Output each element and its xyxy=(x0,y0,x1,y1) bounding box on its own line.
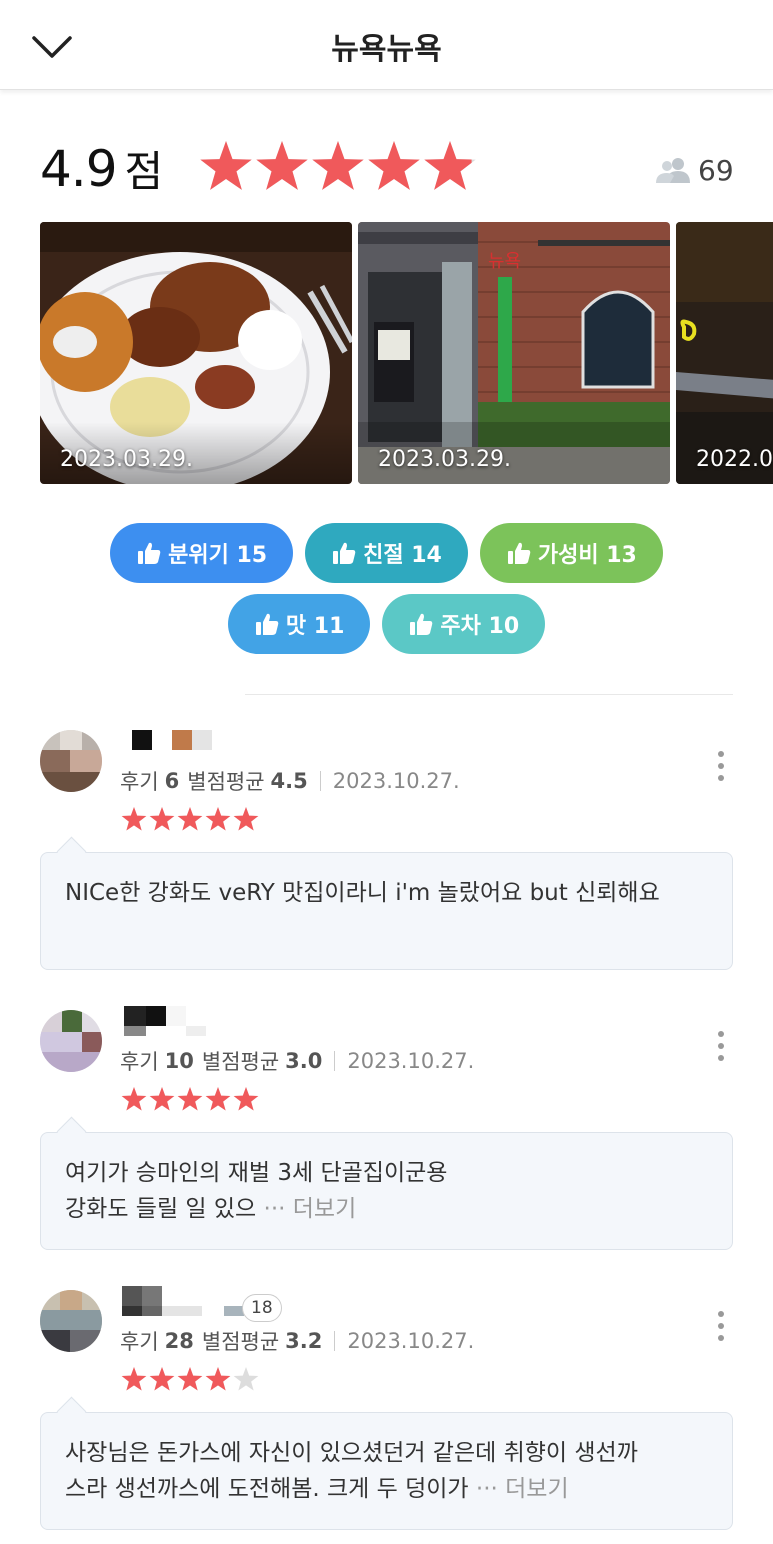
star-filled-icon xyxy=(149,807,175,831)
reviewer-avatar[interactable] xyxy=(40,1290,102,1352)
read-more-link[interactable]: ··· 더보기 xyxy=(476,1476,569,1502)
keyword-tag-label: 친절 14 xyxy=(363,543,442,568)
star-filled-icon xyxy=(121,1367,147,1391)
top-app-bar: 뉴욕뉴욕 xyxy=(0,0,773,90)
store-sign-text: 뉴욕 xyxy=(488,251,521,272)
review-text-box: 사장님은 돈가스에 자신이 있으셨던거 같은데 취향이 생선까 스라 생선까스에… xyxy=(40,1412,733,1530)
review-text-box: NICe한 강화도 veRY 맛집이라니 i'm 놀랐어요 but 신뢰해요 xyxy=(40,852,733,970)
keyword-tag-label: 분위기 15 xyxy=(168,543,268,568)
avg-score: 4.5 xyxy=(270,769,308,793)
keyword-tag[interactable]: 친절 14 xyxy=(305,523,468,583)
review-text-line: 사장님은 돈가스에 자신이 있으셨던거 같은데 취향이 생선까 xyxy=(65,1440,638,1466)
keyword-tag-label: 주차 10 xyxy=(440,614,520,639)
photo-date: 2023.03.29. xyxy=(378,447,511,472)
review-date: 2023.10.27. xyxy=(332,769,460,793)
review-meta: 후기 10 별점평균 3.0 2023.10.27. xyxy=(120,1046,474,1076)
review-count-label: 후기 xyxy=(120,770,159,794)
storefront-image: 뉴욕 xyxy=(358,222,670,484)
star-filled-icon xyxy=(205,1087,231,1111)
keyword-tag[interactable]: 주차 10 xyxy=(382,594,546,654)
rating-score-value: 4.9 xyxy=(40,140,118,198)
page-title: 뉴욕뉴욕 xyxy=(331,32,442,67)
reviewer-name-blurred[interactable] xyxy=(120,1006,230,1036)
thumbs-up-icon xyxy=(138,542,161,564)
star-filled-icon xyxy=(256,141,308,190)
review-meta: 후기 28 별점평균 3.2 2023.10.27. xyxy=(120,1326,474,1356)
review-text-box: 여기가 승마인의 재벌 3세 단골집이군용 강화도 들릴 일 있으 ··· 더보… xyxy=(40,1132,733,1250)
more-options-icon[interactable] xyxy=(708,1306,734,1346)
star-filled-icon xyxy=(177,1087,203,1111)
thumbs-up-icon xyxy=(255,613,279,635)
more-options-icon[interactable] xyxy=(708,746,734,786)
review-date: 2023.10.27. xyxy=(347,1049,475,1073)
reviewer-avatar[interactable] xyxy=(40,1010,102,1072)
review-count-label: 후기 xyxy=(120,1050,159,1074)
review-stars xyxy=(121,1367,259,1391)
thumbs-up-icon xyxy=(507,542,531,564)
keyword-tag[interactable]: 분위기 15 xyxy=(110,523,294,583)
thumbs-up-icon xyxy=(333,542,356,564)
review-text-line: 여기가 승마인의 재벌 3세 단골집이군용 xyxy=(65,1160,448,1186)
star-filled-icon xyxy=(233,807,259,831)
avg-label: 별점평균 xyxy=(201,1050,280,1074)
keyword-tags-row-2: 맛 11 주차 10 xyxy=(0,594,773,654)
rating-stars xyxy=(200,141,476,190)
people-icon xyxy=(656,158,690,183)
star-filled-icon xyxy=(205,807,231,831)
star-filled-icon xyxy=(312,141,364,190)
star-filled-icon xyxy=(149,1087,175,1111)
star-filled-icon xyxy=(424,141,472,190)
star-filled-icon xyxy=(177,807,203,831)
avg-score: 3.2 xyxy=(285,1329,323,1353)
reviewer-name-blurred[interactable] xyxy=(120,1286,250,1316)
star-filled-icon xyxy=(233,1087,259,1111)
rater-count-value: 69 xyxy=(698,153,734,187)
avg-score: 3.0 xyxy=(285,1049,323,1073)
reviewer-avatar[interactable] xyxy=(40,730,102,792)
section-divider xyxy=(245,694,733,695)
keyword-tag-label: 맛 11 xyxy=(285,614,345,639)
rating-score: 4.9 점 xyxy=(40,138,164,199)
review-date: 2023.10.27. xyxy=(347,1329,475,1353)
star-filled-icon xyxy=(177,1367,203,1391)
review-count: 10 xyxy=(164,1049,194,1073)
thumbs-up-icon xyxy=(410,613,433,635)
star-filled-icon xyxy=(368,141,420,190)
avg-label: 별점평균 xyxy=(187,770,265,794)
review-stars xyxy=(121,1087,259,1111)
review-meta: 후기 6 별점평균 4.5 2023.10.27. xyxy=(120,766,460,796)
rating-score-unit: 점 xyxy=(124,147,164,196)
star-filled-icon xyxy=(149,1367,175,1391)
review-count-label: 후기 xyxy=(120,1330,159,1354)
read-more-link[interactable]: ··· 더보기 xyxy=(264,1196,357,1222)
photo-food[interactable]: 2023.03.29. xyxy=(40,222,352,484)
reviewer-level-badge: 18 xyxy=(242,1294,282,1322)
photo-storefront[interactable]: 뉴욕 2023.03.29. xyxy=(358,222,670,484)
photo-date: 2022.06 xyxy=(696,447,773,472)
review-stars xyxy=(121,807,259,831)
photo-carousel[interactable]: 2023.03.29. 뉴욕 2023.03.29. 2022.0 xyxy=(40,222,773,484)
photo-night[interactable]: 2022.06 xyxy=(676,222,773,484)
star-filled-icon xyxy=(121,807,147,831)
review-count: 6 xyxy=(164,769,180,793)
review-text-line: 강화도 들릴 일 있으 xyxy=(65,1196,257,1222)
star-filled-icon xyxy=(205,1367,231,1391)
keyword-tag-label: 가성비 13 xyxy=(537,543,637,568)
avg-label: 별점평균 xyxy=(201,1330,280,1354)
keyword-tags-row-1: 분위기 15 친절 14 가성비 13 xyxy=(0,523,773,583)
keyword-tag[interactable]: 가성비 13 xyxy=(479,523,663,583)
review-text-line: 스라 생선까스에 도전해봄. 크게 두 덩이가 xyxy=(65,1476,469,1502)
food-plate-image xyxy=(40,222,352,484)
star-filled-icon xyxy=(200,141,252,190)
rater-count: 69 xyxy=(656,150,734,190)
reviewer-name-blurred[interactable] xyxy=(120,728,220,758)
night-image xyxy=(676,222,773,484)
review-text: NICe한 강화도 veRY 맛집이라니 i'm 놀랐어요 but 신뢰해요 xyxy=(65,880,660,906)
more-options-icon[interactable] xyxy=(708,1026,734,1066)
keyword-tag[interactable]: 맛 11 xyxy=(227,594,371,654)
star-icon xyxy=(233,1367,259,1391)
photo-date: 2023.03.29. xyxy=(60,447,193,472)
star-filled-icon xyxy=(121,1087,147,1111)
review-count: 28 xyxy=(164,1329,194,1353)
